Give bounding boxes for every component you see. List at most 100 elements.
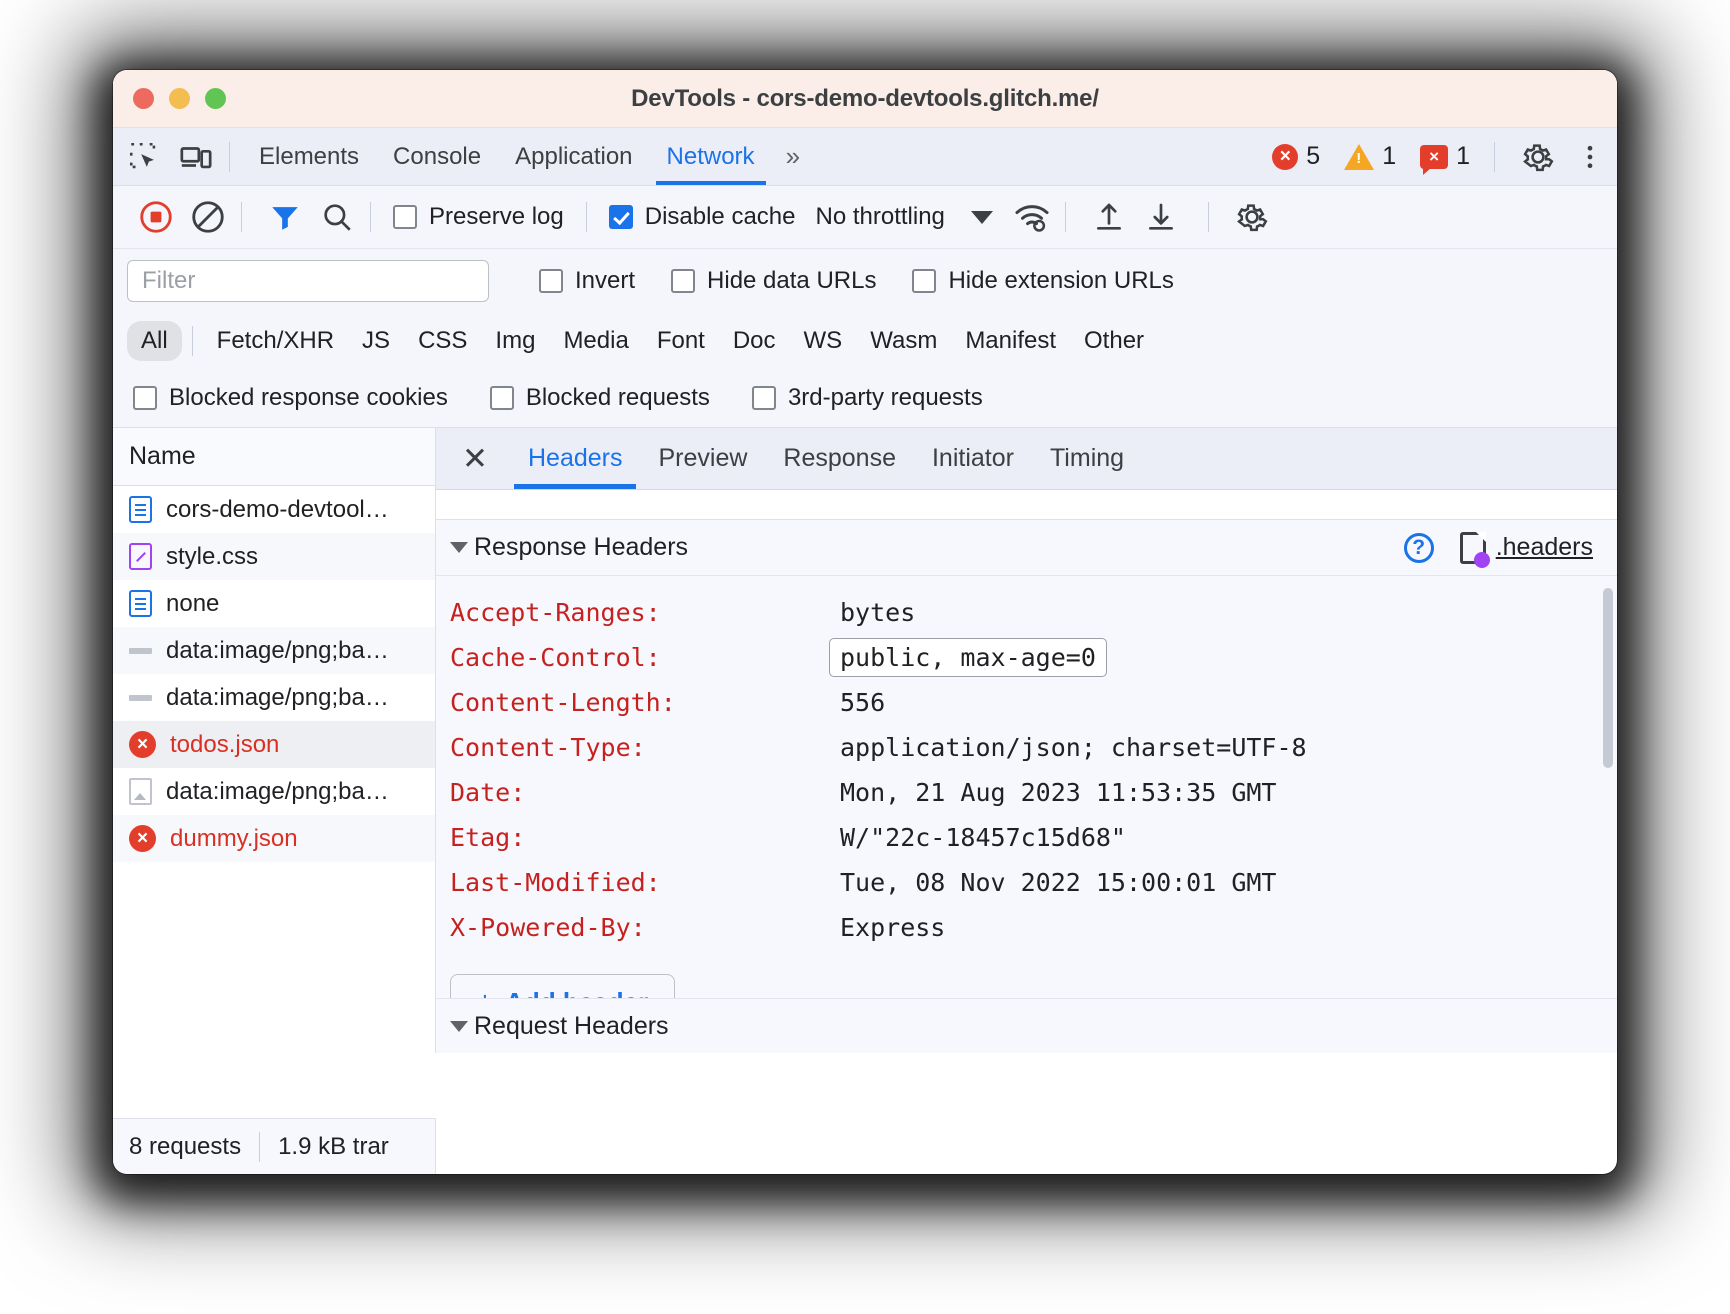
tab-elements[interactable]: Elements [242, 128, 376, 185]
network-settings-gear-icon[interactable] [1231, 196, 1273, 238]
kebab-menu-icon[interactable] [1569, 136, 1611, 178]
table-row[interactable]: cors-demo-devtool… [113, 486, 435, 533]
header-value[interactable]: application/json; charset=UTF-8 [840, 733, 1307, 762]
network-conditions-icon[interactable] [1011, 196, 1053, 238]
clear-icon[interactable] [187, 196, 229, 238]
status-divider [259, 1132, 260, 1162]
table-row[interactable]: × dummy.json [113, 815, 435, 862]
preserve-log-checkbox[interactable]: Preserve log [383, 203, 574, 231]
chevron-down-icon[interactable] [450, 1021, 468, 1032]
hide-data-urls-box[interactable] [671, 269, 695, 293]
search-icon[interactable] [316, 196, 358, 238]
type-filter-all[interactable]: All [127, 321, 182, 361]
headers-override-file-icon[interactable] [1460, 532, 1486, 564]
record-stop-icon[interactable] [135, 196, 177, 238]
type-filter-wasm[interactable]: Wasm [856, 321, 951, 361]
response-headers-section-header[interactable]: Response Headers ? .headers [436, 520, 1617, 576]
type-filter-js[interactable]: JS [348, 321, 404, 361]
error-counter[interactable]: × 5 [1260, 142, 1332, 171]
disable-cache-box[interactable] [609, 205, 633, 229]
image-icon [129, 778, 152, 805]
chevron-down-icon[interactable] [450, 542, 468, 553]
header-value[interactable]: Express [840, 913, 945, 942]
device-toolbar-icon[interactable] [175, 136, 217, 178]
toolbar-divider [229, 142, 230, 172]
request-detail-pane: ✕ Headers Preview Response Initiator Tim… [436, 428, 1617, 1053]
issues-counter[interactable]: × 1 [1408, 142, 1482, 171]
tab-console[interactable]: Console [376, 128, 498, 185]
request-headers-section-header[interactable]: Request Headers [436, 998, 1617, 1053]
header-row: Content-Type: application/json; charset=… [450, 725, 1617, 770]
type-filter-media[interactable]: Media [549, 321, 642, 361]
filter-funnel-icon[interactable] [264, 196, 306, 238]
header-value[interactable]: Mon, 21 Aug 2023 11:53:35 GMT [840, 778, 1277, 807]
blocked-response-cookies-box[interactable] [133, 386, 157, 410]
data-url-icon [129, 684, 152, 711]
preserve-log-box[interactable] [393, 205, 417, 229]
blocked-response-cookies-label: Blocked response cookies [169, 384, 448, 412]
request-name: style.css [166, 543, 258, 571]
invert-checkbox[interactable]: Invert [529, 267, 645, 295]
inspect-element-icon[interactable] [123, 136, 165, 178]
type-filter-ws[interactable]: WS [790, 321, 857, 361]
error-icon: × [129, 825, 156, 852]
type-filter-doc[interactable]: Doc [719, 321, 790, 361]
tab-initiator[interactable]: Initiator [914, 428, 1032, 489]
devtools-window: DevTools - cors-demo-devtools.glitch.me/… [113, 70, 1617, 1174]
type-filter-other[interactable]: Other [1070, 321, 1158, 361]
tab-response[interactable]: Response [765, 428, 914, 489]
headers-override-link[interactable]: .headers [1496, 533, 1593, 562]
header-value[interactable]: Tue, 08 Nov 2022 15:00:01 GMT [840, 868, 1277, 897]
hide-extension-urls-box[interactable] [912, 269, 936, 293]
table-row[interactable]: × todos.json [113, 721, 435, 768]
blocked-requests-checkbox[interactable]: Blocked requests [480, 384, 720, 412]
header-name: Cache-Control: [450, 643, 840, 672]
column-header-name[interactable]: Name [113, 428, 435, 486]
blocked-response-cookies-checkbox[interactable]: Blocked response cookies [133, 384, 458, 412]
import-har-icon[interactable] [1088, 196, 1130, 238]
type-filter-img[interactable]: Img [481, 321, 549, 361]
header-value[interactable]: bytes [840, 598, 915, 627]
header-row: Content-Length: 556 [450, 680, 1617, 725]
third-party-requests-box[interactable] [752, 386, 776, 410]
type-filter-css[interactable]: CSS [404, 321, 481, 361]
header-value[interactable]: 556 [840, 688, 885, 717]
hide-extension-urls-checkbox[interactable]: Hide extension URLs [902, 267, 1183, 295]
close-icon[interactable]: ✕ [454, 443, 510, 474]
header-row: Etag: W/"22c-18457c15d68" [450, 815, 1617, 860]
header-value[interactable]: W/"22c-18457c15d68" [840, 823, 1126, 852]
type-filter-fetch-xhr[interactable]: Fetch/XHR [203, 321, 348, 361]
export-har-icon[interactable] [1140, 196, 1182, 238]
tab-preview[interactable]: Preview [640, 428, 765, 489]
more-tabs-chevron-icon[interactable]: » [772, 141, 810, 172]
table-row[interactable]: none [113, 580, 435, 627]
tab-timing[interactable]: Timing [1032, 428, 1142, 489]
vertical-scrollbar[interactable] [1603, 588, 1613, 768]
invert-box[interactable] [539, 269, 563, 293]
header-name: Accept-Ranges: [450, 598, 840, 627]
title-bar: DevTools - cors-demo-devtools.glitch.me/ [113, 70, 1617, 128]
header-name: Etag: [450, 823, 840, 852]
disable-cache-checkbox[interactable]: Disable cache [599, 203, 806, 231]
type-filter-font[interactable]: Font [643, 321, 719, 361]
throttling-dropdown[interactable]: No throttling [815, 203, 992, 231]
third-party-requests-checkbox[interactable]: 3rd-party requests [742, 384, 993, 412]
help-question-icon[interactable]: ? [1404, 533, 1434, 563]
toolbar-divider-4 [1065, 202, 1066, 232]
header-name: Content-Length: [450, 688, 840, 717]
gear-icon[interactable] [1517, 136, 1559, 178]
hide-data-urls-checkbox[interactable]: Hide data URLs [661, 267, 886, 295]
tab-network[interactable]: Network [650, 128, 772, 185]
devtools-tab-strip: Elements Console Application Network » ×… [113, 128, 1617, 186]
tab-application[interactable]: Application [498, 128, 649, 185]
filter-input[interactable]: Filter [127, 260, 489, 302]
type-filter-manifest[interactable]: Manifest [951, 321, 1070, 361]
tab-headers[interactable]: Headers [510, 428, 641, 489]
header-value-editable[interactable]: public, max-age=0 [829, 638, 1107, 677]
table-row[interactable]: data:image/png;ba… [113, 627, 435, 674]
table-row[interactable]: data:image/png;ba… [113, 768, 435, 815]
warning-counter[interactable]: 1 [1332, 142, 1408, 171]
table-row[interactable]: style.css [113, 533, 435, 580]
blocked-requests-box[interactable] [490, 386, 514, 410]
table-row[interactable]: data:image/png;ba… [113, 674, 435, 721]
